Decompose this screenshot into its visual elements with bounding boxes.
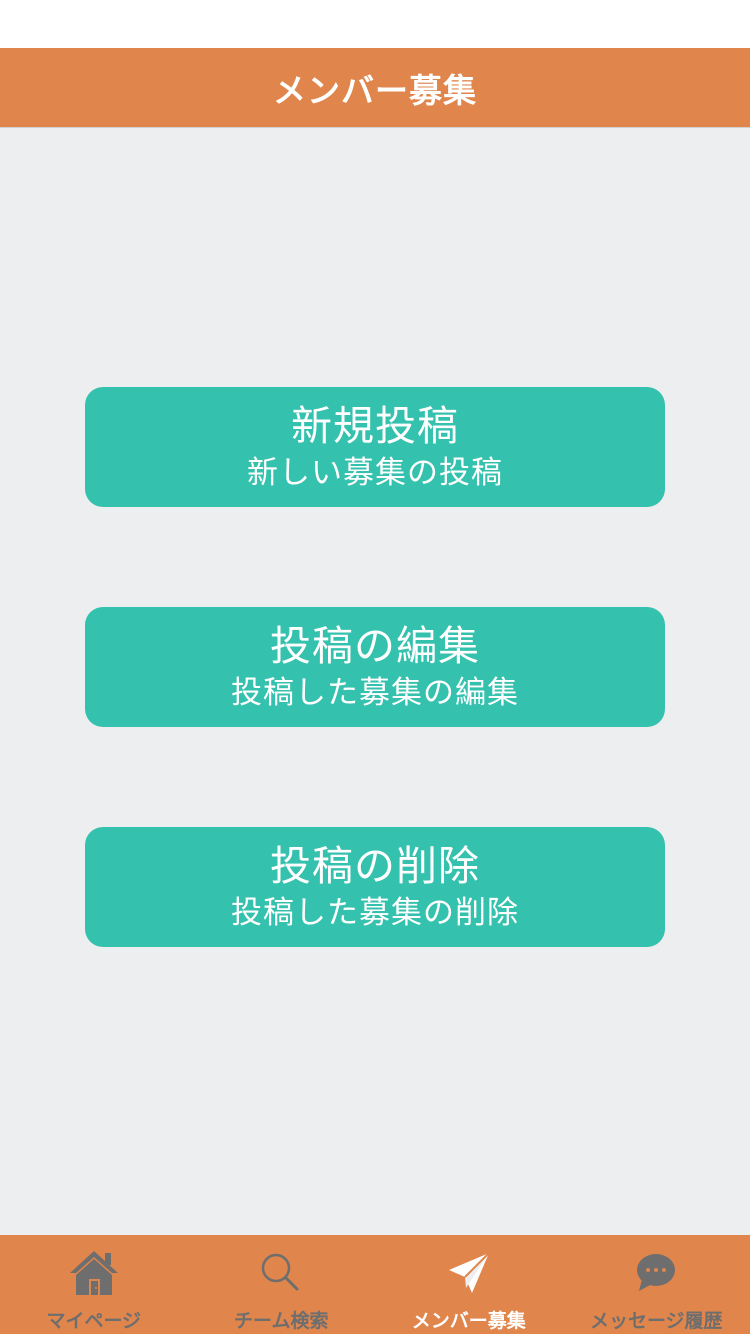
edit-post-subtitle: 投稿した募集の編集 <box>231 675 519 711</box>
delete-post-title: 投稿の削除 <box>270 842 480 890</box>
delete-post-button[interactable]: 投稿の削除 投稿した募集の削除 <box>85 827 665 947</box>
house-icon <box>67 1248 121 1298</box>
search-icon <box>254 1248 308 1298</box>
edit-post-button[interactable]: 投稿の編集 投稿した募集の編集 <box>85 607 665 727</box>
tab-message-history[interactable]: メッセージ履歴 <box>563 1235 750 1334</box>
tab-bar: マイページ チーム検索 メンバー募集 メッセージ履歴 <box>0 1235 750 1334</box>
tab-message-history-label: メッセージ履歴 <box>589 1310 723 1332</box>
tab-mypage[interactable]: マイページ <box>0 1235 188 1334</box>
new-post-title: 新規投稿 <box>291 402 459 450</box>
page-title: メンバー募集 <box>273 70 477 110</box>
paper-plane-icon <box>442 1248 496 1298</box>
tab-member-recruit-label: メンバー募集 <box>411 1310 526 1332</box>
tab-team-search-label: チーム検索 <box>234 1310 329 1332</box>
tab-team-search[interactable]: チーム検索 <box>188 1235 376 1334</box>
status-bar <box>0 0 750 48</box>
chat-bubble-icon <box>629 1248 683 1298</box>
new-post-button[interactable]: 新規投稿 新しい募集の投稿 <box>85 387 665 507</box>
tab-member-recruit[interactable]: メンバー募集 <box>375 1235 563 1334</box>
tab-mypage-label: マイページ <box>46 1310 142 1332</box>
delete-post-subtitle: 投稿した募集の削除 <box>231 895 519 931</box>
navigation-bar: メンバー募集 <box>0 48 750 128</box>
edit-post-title: 投稿の編集 <box>270 622 480 670</box>
new-post-subtitle: 新しい募集の投稿 <box>247 455 503 491</box>
